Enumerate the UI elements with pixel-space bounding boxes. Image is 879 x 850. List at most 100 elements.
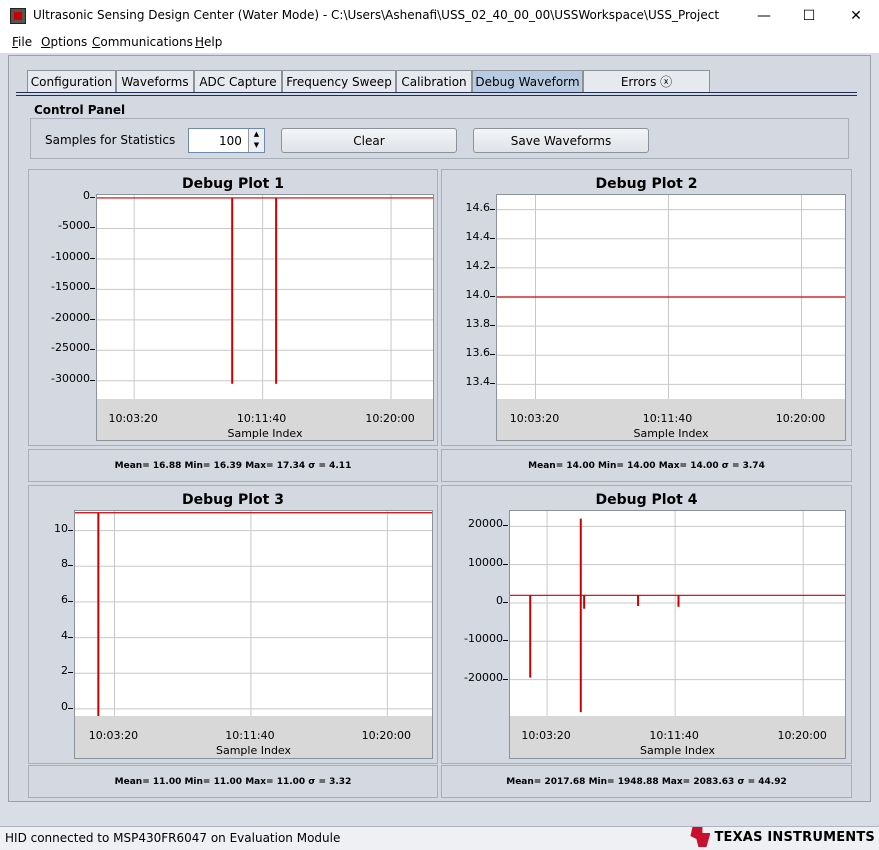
- y-tick-label: 14.6: [465, 200, 491, 214]
- plot-3-svg: [75, 511, 432, 758]
- menu-communications-label: ommunications: [100, 35, 193, 49]
- minimize-button[interactable]: —: [741, 0, 787, 31]
- y-tick-mark: [490, 266, 495, 268]
- x-tick-label: 10:03:20: [521, 729, 571, 742]
- plot-2-area[interactable]: [496, 194, 846, 441]
- y-tick-mark: [503, 601, 508, 603]
- y-tick-mark: [490, 354, 495, 356]
- y-tick-mark: [90, 257, 95, 259]
- app-icon: [10, 8, 26, 24]
- x-tick-label: 10:20:00: [775, 412, 826, 425]
- menu-help-mnemonic: H: [195, 35, 205, 49]
- close-button[interactable]: ✕: [833, 0, 879, 31]
- y-tick-mark: [490, 237, 495, 239]
- plot-1-stats: Mean= 16.88 Min= 16.39 Max= 17.34 σ = 4.…: [28, 449, 438, 482]
- y-tick-label: 14.2: [465, 258, 491, 272]
- x-tick-label: 10:11:40: [225, 729, 275, 742]
- x-axis-title: Sample Index: [639, 744, 716, 757]
- y-tick-mark: [490, 296, 495, 297]
- y-tick-label: 6: [61, 592, 68, 606]
- x-axis-title: Sample Index: [215, 744, 292, 757]
- ti-logo: TEXAS INSTRUMENTS: [690, 825, 875, 849]
- y-tick-label: 4: [61, 628, 68, 642]
- menu-help[interactable]: Help: [195, 35, 222, 49]
- menu-communications[interactable]: Communications: [92, 35, 193, 49]
- tab-frequency-sweep[interactable]: Frequency Sweep: [282, 70, 396, 92]
- title-bar: Ultrasonic Sensing Design Center (Water …: [0, 0, 879, 31]
- menu-file-label: ile: [18, 35, 33, 49]
- y-tick-mark: [490, 383, 495, 385]
- window-title: Ultrasonic Sensing Design Center (Water …: [33, 8, 720, 22]
- texas-instruments-icon: [690, 827, 711, 847]
- menu-file[interactable]: File: [12, 35, 32, 49]
- tab-debug-waveform[interactable]: Debug Waveform: [472, 70, 583, 92]
- menu-bar: File Options Communications Help: [0, 31, 879, 53]
- x-tick-label: 10:20:00: [361, 729, 412, 742]
- y-tick-mark: [68, 672, 73, 674]
- y-tick-mark: [90, 379, 95, 381]
- y-tick-mark: [90, 227, 95, 229]
- status-text: HID connected to MSP430FR6047 on Evaluat…: [5, 831, 341, 845]
- y-tick-mark: [490, 325, 495, 327]
- plot-1-area[interactable]: [96, 194, 434, 441]
- y-tick-label: 8: [61, 557, 68, 571]
- y-tick-label: 13.6: [465, 346, 491, 360]
- plot-3-area[interactable]: [74, 510, 433, 759]
- y-tick-label: 14.0: [465, 288, 491, 301]
- y-tick-mark: [68, 636, 73, 638]
- x-axis-title: Sample Index: [633, 427, 709, 440]
- spinner-buttons: ▲ ▼: [248, 129, 264, 152]
- y-tick-label: -25000: [51, 341, 90, 355]
- clear-button[interactable]: Clear: [281, 128, 457, 153]
- y-tick-mark: [68, 707, 73, 709]
- plot-title: Debug Plot 1: [182, 176, 284, 192]
- spinner-up-icon[interactable]: ▲: [249, 129, 264, 140]
- tab-waveforms[interactable]: Waveforms: [116, 70, 194, 92]
- close-circle-icon[interactable]: ⓧ: [660, 73, 672, 90]
- y-tick-mark: [68, 529, 73, 531]
- tab-calibration[interactable]: Calibration: [396, 70, 472, 92]
- x-tick-label: 10:11:40: [642, 412, 693, 425]
- y-tick-label: 10000: [468, 555, 503, 569]
- x-tick-label: 10:20:00: [365, 412, 415, 425]
- tab-configuration[interactable]: Configuration: [27, 70, 116, 92]
- tab-errors[interactable]: Errors ⓧ: [583, 70, 710, 92]
- y-tick-label: -15000: [51, 280, 90, 294]
- y-tick-mark: [503, 678, 508, 680]
- plot-3-stats: Mean= 11.00 Min= 11.00 Max= 11.00 σ = 3.…: [28, 765, 438, 798]
- y-tick-label: 13.4: [465, 375, 491, 389]
- x-tick-label: 10:03:20: [108, 412, 158, 425]
- y-tick-label: 14.4: [465, 229, 491, 243]
- y-tick-label: -5000: [58, 219, 90, 233]
- samples-spinner[interactable]: 100 ▲ ▼: [188, 128, 265, 153]
- y-tick-label: 13.8: [465, 317, 491, 331]
- y-tick-label: 0: [61, 699, 68, 713]
- y-tick-label: 0: [83, 189, 90, 203]
- plot-4-stats: Mean= 2017.68 Min= 1948.88 Max= 2083.63 …: [441, 765, 852, 798]
- y-tick-mark: [90, 349, 95, 351]
- control-panel-title: Control Panel: [34, 103, 126, 117]
- y-tick-label: -10000: [51, 249, 90, 263]
- samples-label: Samples for Statistics: [45, 133, 176, 147]
- maximize-button[interactable]: ☐: [786, 0, 832, 31]
- y-tick-mark: [68, 600, 73, 602]
- plot-4-svg: [510, 511, 845, 758]
- menu-options-label: ptions: [50, 35, 88, 49]
- y-tick-mark: [490, 208, 495, 210]
- y-tick-mark: [503, 640, 508, 642]
- y-tick-label: -20000: [464, 670, 503, 684]
- save-waveforms-button[interactable]: Save Waveforms: [473, 128, 649, 153]
- tab-adc-capture[interactable]: ADC Capture: [194, 70, 282, 92]
- menu-options[interactable]: Options: [41, 35, 87, 49]
- x-tick-label: 10:03:20: [509, 412, 560, 425]
- plot-1-svg: [97, 195, 433, 440]
- samples-input[interactable]: 100: [219, 134, 242, 148]
- plot-4-area[interactable]: [509, 510, 846, 759]
- y-tick-label: -10000: [464, 632, 503, 646]
- y-tick-mark: [90, 288, 95, 290]
- spinner-down-icon[interactable]: ▼: [249, 140, 264, 151]
- y-tick-mark: [503, 563, 508, 565]
- tab-divider: [16, 92, 857, 96]
- y-tick-label: -20000: [51, 310, 90, 324]
- y-tick-mark: [90, 197, 95, 199]
